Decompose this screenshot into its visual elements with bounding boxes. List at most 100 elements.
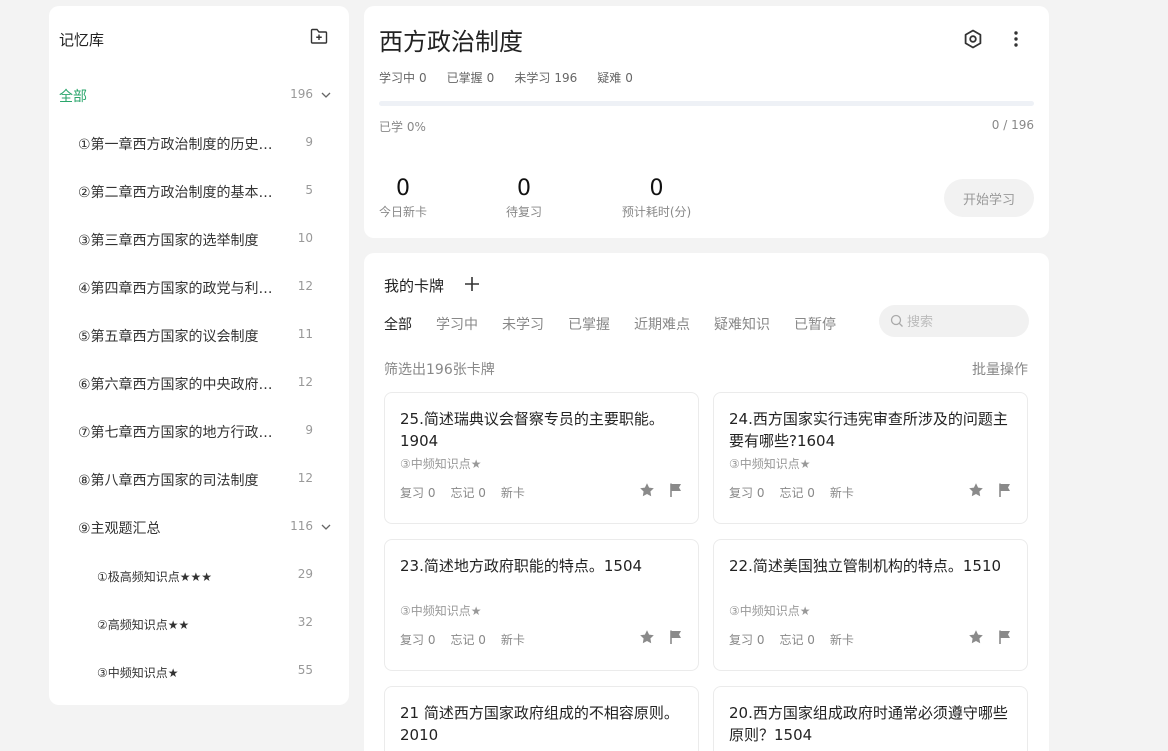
sidebar-item-label: ⑨主观题汇总 (78, 521, 161, 537)
card-item[interactable]: 22.简述美国独立管制机构的特点。1510 ③中频知识点★ 复习 0 忘记 0 … (713, 539, 1028, 671)
sidebar-item-count: 9 (305, 423, 313, 437)
sidebar-item-count: 55 (297, 663, 313, 677)
tab-recent-difficult[interactable]: 近期难点 (634, 314, 690, 334)
sidebar-item-chapter-7[interactable]: ⑦第七章西方国家的地方行政… 9 (49, 416, 349, 446)
sidebar-item-label: ④第四章西方国家的政党与利… (78, 281, 273, 297)
card-item[interactable]: 23.简述地方政府职能的特点。1504 ③中频知识点★ 复习 0 忘记 0 新卡 (384, 539, 699, 671)
stat-difficult: 疑难 0 (597, 71, 633, 85)
star-icon[interactable] (968, 629, 984, 645)
sidebar-item-count: 116 (290, 519, 313, 533)
metric-label: 待复习 (505, 205, 542, 219)
tab-all[interactable]: 全部 (384, 314, 412, 334)
deck-title: 西方政治制度 (379, 28, 523, 56)
card-filter-tabs: 全部 学习中 未学习 已掌握 近期难点 疑难知识 已暂停 (384, 314, 860, 334)
sidebar-item-subjective-summary[interactable]: ⑨主观题汇总 116 (49, 512, 349, 542)
sidebar-item-very-high-frequency[interactable]: ①极高频知识点★★★ 29 (49, 560, 349, 590)
card-question: 21 简述西方国家政府组成的不相容原则。2010 (400, 704, 679, 744)
metric-to-review: 0 待复习 (504, 176, 544, 220)
card-meta: 复习 0 忘记 0 新卡 (400, 484, 540, 501)
card-question: 20.西方国家组成政府时通常必须遵守哪些原则？1504 (729, 704, 1008, 744)
card-review-count: 复习 0 (729, 486, 765, 500)
card-item[interactable]: 21 简述西方国家政府组成的不相容原则。2010 (384, 686, 699, 751)
flag-icon[interactable] (668, 629, 684, 645)
card-review-count: 复习 0 (400, 486, 436, 500)
sidebar-item-chapter-1[interactable]: ①第一章西方政治制度的历史… 9 (49, 128, 349, 158)
metric-new-today: 0 今日新卡 (379, 176, 427, 220)
card-item[interactable]: 25.简述瑞典议会督察专员的主要职能。1904 ③中频知识点★ 复习 0 忘记 … (384, 392, 699, 524)
add-card-icon[interactable] (463, 275, 481, 293)
sidebar-item-count: 9 (305, 135, 313, 149)
card-forget-count: 忘记 0 (450, 486, 486, 500)
sidebar-item-label: ③中频知识点★ (97, 666, 179, 680)
card-meta: 复习 0 忘记 0 新卡 (729, 484, 869, 501)
tab-learning[interactable]: 学习中 (436, 314, 478, 334)
flag-icon[interactable] (668, 482, 684, 498)
card-tag: ③中频知识点★ (400, 604, 482, 618)
settings-icon[interactable] (961, 27, 985, 51)
chevron-down-icon[interactable] (320, 521, 332, 533)
card-review-count: 复习 0 (400, 633, 436, 647)
tab-not-learned[interactable]: 未学习 (502, 314, 544, 334)
more-icon[interactable] (1004, 27, 1028, 51)
search-input[interactable] (907, 311, 1017, 331)
sidebar-item-count: 12 (297, 279, 313, 293)
learned-percent: 已学 0% (379, 120, 426, 134)
search-icon (890, 314, 903, 327)
metric-value: 0 (649, 176, 664, 201)
sidebar-item-chapter-6[interactable]: ⑥第六章西方国家的中央政府… 12 (49, 368, 349, 398)
tab-paused[interactable]: 已暂停 (794, 314, 836, 334)
metric-label: 今日新卡 (379, 205, 428, 219)
sidebar-item-chapter-3[interactable]: ③第三章西方国家的选举制度 10 (49, 224, 349, 254)
metric-value: 0 (396, 176, 410, 201)
sidebar-item-count: 5 (305, 183, 313, 197)
card-item[interactable]: 24.西方国家实行违宪审查所涉及的问题主要有哪些?1604 ③中频知识点★ 复习… (713, 392, 1028, 524)
star-icon[interactable] (639, 629, 655, 645)
sidebar-item-chapter-5[interactable]: ⑤第五章西方国家的议会制度 11 (49, 320, 349, 350)
search-box[interactable] (879, 305, 1029, 337)
tab-mastered[interactable]: 已掌握 (568, 314, 610, 334)
start-learning-button[interactable]: 开始学习 (944, 179, 1034, 217)
add-folder-icon[interactable] (309, 26, 329, 46)
sidebar-title: 记忆库 (59, 31, 105, 49)
card-status: 新卡 (500, 486, 525, 500)
filter-result-count: 筛选出196张卡牌 (384, 362, 495, 378)
card-tag: ③中频知识点★ (400, 457, 482, 471)
sidebar-item-label: ①第一章西方政治制度的历史… (78, 137, 273, 153)
card-status: 新卡 (829, 633, 854, 647)
chevron-down-icon[interactable] (320, 89, 332, 101)
metric-value: 0 (517, 176, 531, 201)
sidebar-item-label: 全部 (59, 89, 87, 105)
card-question: 22.简述美国独立管制机构的特点。1510 (729, 557, 1002, 575)
stat-not-learned: 未学习 196 (514, 71, 578, 85)
sidebar-item-count: 196 (290, 87, 313, 101)
sidebar-item-label: ⑧第八章西方国家的司法制度 (78, 473, 259, 489)
sidebar-item-high-frequency[interactable]: ②高频知识点★★ 32 (49, 608, 349, 638)
card-item[interactable]: 20.西方国家组成政府时通常必须遵守哪些原则？1504 (713, 686, 1028, 751)
sidebar-item-count: 10 (297, 231, 313, 245)
sidebar: 记忆库 全部 196 ①第一章西方政治制度的历史… 9 ②第二章西方政治制度的基… (49, 6, 349, 705)
sidebar-item-count: 12 (297, 471, 313, 485)
stat-mastered: 已掌握 0 (446, 71, 495, 85)
tab-difficult-knowledge[interactable]: 疑难知识 (714, 314, 770, 334)
flag-icon[interactable] (997, 629, 1013, 645)
sidebar-item-chapter-4[interactable]: ④第四章西方国家的政党与利… 12 (49, 272, 349, 302)
sidebar-item-label: ①极高频知识点★★★ (97, 570, 213, 584)
sidebar-item-label: ⑦第七章西方国家的地方行政… (78, 425, 273, 441)
bulk-actions-button[interactable]: 批量操作 (972, 359, 1028, 379)
sidebar-item-count: 29 (297, 567, 313, 581)
flag-icon[interactable] (997, 482, 1013, 498)
sidebar-item-all[interactable]: 全部 196 (49, 80, 349, 110)
sidebar-item-chapter-8[interactable]: ⑧第八章西方国家的司法制度 12 (49, 464, 349, 494)
sidebar-item-label: ②第二章西方政治制度的基本… (78, 185, 273, 201)
sidebar-item-label: ③第三章西方国家的选举制度 (78, 233, 259, 249)
sidebar-item-count: 11 (297, 327, 313, 341)
sidebar-item-medium-frequency[interactable]: ③中频知识点★ 55 (49, 656, 349, 686)
card-forget-count: 忘记 0 (779, 486, 815, 500)
star-icon[interactable] (968, 482, 984, 498)
star-icon[interactable] (639, 482, 655, 498)
card-forget-count: 忘记 0 (450, 633, 486, 647)
sidebar-item-chapter-2[interactable]: ②第二章西方政治制度的基本… 5 (49, 176, 349, 206)
learned-ratio: 0 / 196 (991, 118, 1034, 132)
metric-label: 预计耗时(分) (621, 205, 692, 219)
card-tag: ③中频知识点★ (729, 457, 811, 471)
